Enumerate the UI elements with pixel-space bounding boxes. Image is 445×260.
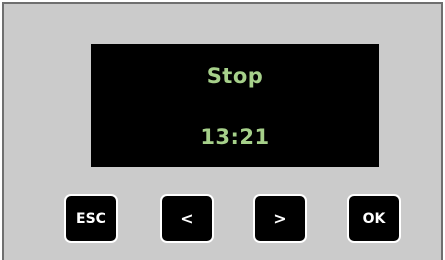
ok-button[interactable]: OK <box>347 194 401 243</box>
next-button[interactable]: > <box>253 194 307 243</box>
time-readout: 13:21 <box>200 125 270 149</box>
esc-button[interactable]: ESC <box>64 194 118 243</box>
status-text: Stop <box>206 64 264 88</box>
device-panel: Stop 13:21 ESC < > OK <box>2 2 443 260</box>
previous-button[interactable]: < <box>160 194 214 243</box>
lcd-display: Stop 13:21 <box>91 44 379 167</box>
